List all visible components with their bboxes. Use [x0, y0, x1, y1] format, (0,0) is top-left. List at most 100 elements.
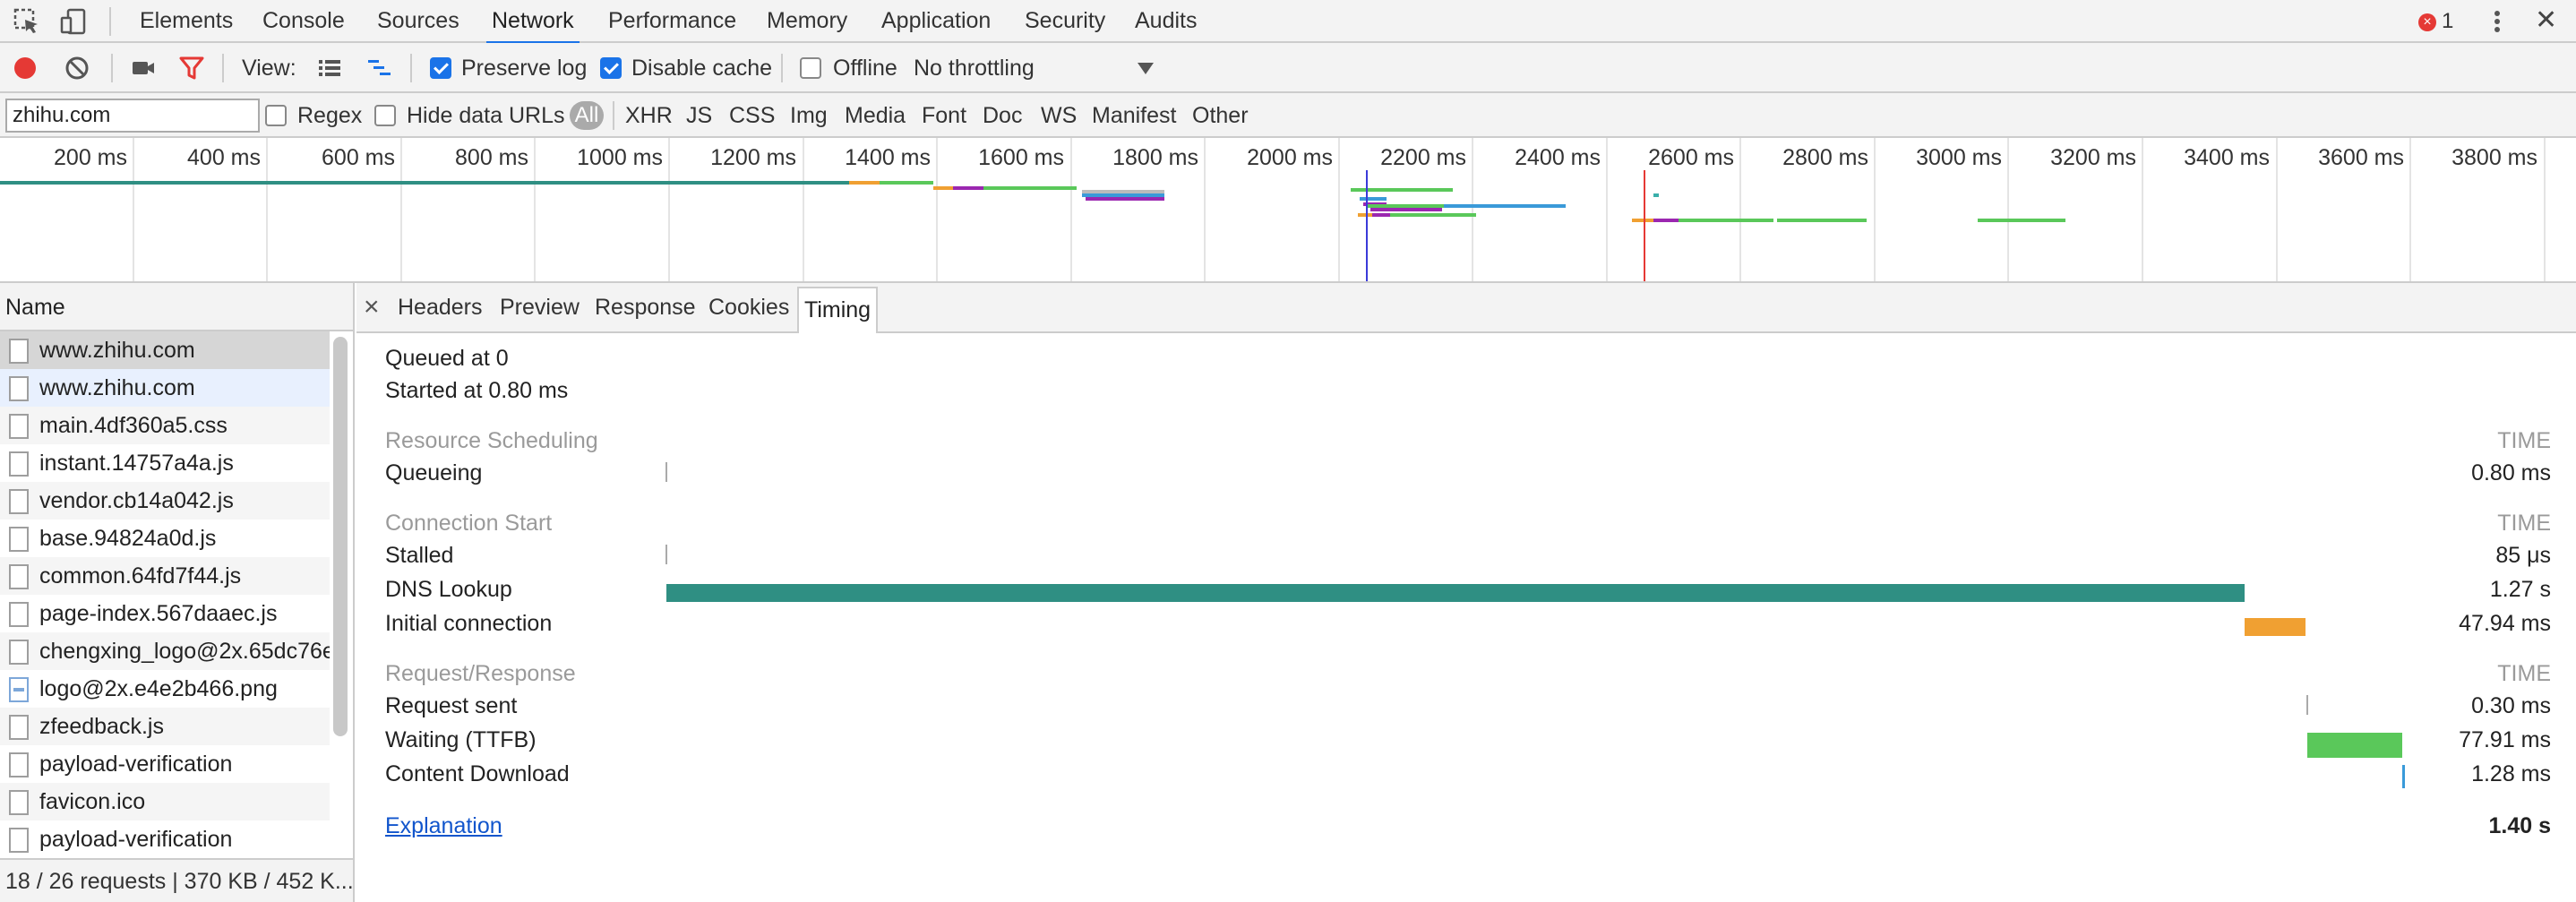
gridline [2409, 138, 2411, 281]
tick-label: 3600 ms [2318, 145, 2404, 170]
gridline [1606, 138, 1608, 281]
timing-label: Request sent [385, 693, 518, 718]
filter-type-img[interactable]: Img [790, 93, 828, 138]
device-toolbar-icon[interactable] [59, 7, 88, 36]
inspect-element-icon[interactable] [13, 7, 41, 36]
explanation-link[interactable]: Explanation [385, 813, 502, 839]
tab-performance[interactable]: Performance [608, 0, 736, 43]
show-overview-icon[interactable] [367, 56, 392, 81]
waiting-ttfb-bar [2307, 733, 2402, 758]
offline-checkbox[interactable] [800, 57, 821, 79]
filter-type-doc[interactable]: Doc [983, 93, 1022, 138]
clear-icon[interactable] [64, 56, 90, 81]
timing-value: 77.91 ms [2459, 727, 2551, 752]
request-row[interactable]: vendor.cb14a042.js [0, 482, 330, 520]
request-row[interactable]: payload-verification [0, 820, 330, 858]
tab-preview[interactable]: Preview [500, 283, 580, 331]
preserve-log-checkbox[interactable] [430, 57, 451, 79]
request-name: logo@2x.e4e2b466.png [39, 676, 278, 701]
request-row[interactable]: www.zhihu.com [0, 331, 330, 369]
disable-cache-checkbox[interactable] [600, 57, 622, 79]
request-row[interactable]: www.zhihu.com [0, 369, 330, 407]
toolbar-separator [222, 54, 224, 82]
filter-type-media[interactable]: Media [845, 93, 906, 138]
filter-type-other[interactable]: Other [1192, 93, 1249, 138]
time-column-header: TIME [2497, 661, 2551, 686]
record-icon[interactable] [13, 56, 38, 81]
gridline [2007, 138, 2009, 281]
close-detail-icon[interactable]: × [364, 283, 380, 331]
tab-console[interactable]: Console [262, 0, 345, 43]
request-row[interactable]: chengxing_logo@2x.65dc76e. [0, 632, 330, 670]
tab-cookies[interactable]: Cookies [708, 283, 789, 331]
view-label: View: [242, 56, 296, 81]
gridline [1874, 138, 1876, 281]
request-row[interactable]: page-index.567daaec.js [0, 595, 330, 632]
regex-label[interactable]: Regex [297, 93, 362, 138]
name-column-header[interactable]: Name [0, 283, 353, 331]
filter-type-xhr[interactable]: XHR [625, 93, 673, 138]
tab-timing[interactable]: Timing [797, 287, 879, 333]
more-options-icon[interactable] [2483, 7, 2512, 36]
load-event-marker [1644, 170, 1645, 281]
network-overview[interactable]: 200 ms 400 ms 600 ms 800 ms 1000 ms 1200… [0, 138, 2576, 283]
tick-label: 3400 ms [2184, 145, 2270, 170]
timing-value: 0.30 ms [2471, 693, 2551, 718]
tab-elements[interactable]: Elements [140, 0, 233, 43]
request-row[interactable]: payload-verification [0, 745, 330, 783]
tab-response[interactable]: Response [595, 283, 696, 331]
request-row[interactable]: base.94824a0d.js [0, 520, 330, 557]
hide-data-urls-label[interactable]: Hide data URLs [407, 93, 564, 138]
large-request-rows-icon[interactable] [317, 56, 342, 81]
started-at: Started at 0.80 ms [385, 378, 569, 403]
tab-headers[interactable]: Headers [398, 283, 483, 331]
screenshot-camera-icon[interactable] [131, 56, 156, 81]
preserve-log-label[interactable]: Preserve log [461, 43, 587, 93]
tab-audits[interactable]: Audits [1135, 0, 1197, 43]
gridline [1338, 138, 1340, 281]
request-row[interactable]: zfeedback.js [0, 708, 330, 745]
dom-content-loaded-marker [1366, 170, 1368, 281]
regex-checkbox[interactable] [265, 105, 287, 126]
tab-security[interactable]: Security [1025, 0, 1105, 43]
tab-sources[interactable]: Sources [377, 0, 459, 43]
request-name: page-index.567daaec.js [39, 601, 278, 626]
gridline [133, 138, 134, 281]
error-count-badge[interactable]: × 1 [2418, 9, 2453, 34]
document-icon [9, 790, 29, 815]
tab-network[interactable]: Network [486, 0, 580, 45]
gridline [668, 138, 670, 281]
request-list-scrollbar[interactable] [333, 337, 348, 736]
request-row[interactable]: favicon.ico [0, 783, 330, 820]
filter-type-all[interactable]: All [570, 101, 604, 130]
filter-type-css[interactable]: CSS [729, 93, 775, 138]
document-icon [9, 414, 29, 439]
hide-data-urls-checkbox[interactable] [374, 105, 396, 126]
filter-input[interactable] [5, 99, 260, 133]
close-devtools-icon[interactable]: ✕ [2535, 0, 2557, 41]
stalled-bar [665, 545, 667, 564]
toolbar-separator [109, 7, 111, 36]
request-row[interactable]: logo@2x.e4e2b466.png [0, 670, 330, 708]
tick-label: 2000 ms [1247, 145, 1333, 170]
filter-type-manifest[interactable]: Manifest [1092, 93, 1176, 138]
timing-value: 85 μs [2495, 543, 2551, 568]
error-icon: × [2418, 13, 2436, 31]
filter-type-ws[interactable]: WS [1041, 93, 1077, 138]
document-icon [9, 339, 29, 364]
gridline [2544, 138, 2546, 281]
initial-connection-bar [2245, 618, 2306, 636]
timing-label: DNS Lookup [385, 577, 512, 602]
filter-type-font[interactable]: Font [922, 93, 966, 138]
request-row[interactable]: common.64fd7f44.js [0, 557, 330, 595]
chevron-down-icon[interactable] [1138, 63, 1154, 74]
request-row[interactable]: main.4df360a5.css [0, 407, 330, 444]
filter-icon[interactable] [179, 56, 204, 81]
filter-type-js[interactable]: JS [686, 93, 712, 138]
tab-memory[interactable]: Memory [767, 0, 847, 43]
offline-label[interactable]: Offline [833, 43, 897, 93]
throttling-select[interactable]: No throttling [914, 43, 1035, 93]
request-row[interactable]: instant.14757a4a.js [0, 444, 330, 482]
disable-cache-label[interactable]: Disable cache [631, 43, 772, 93]
tab-application[interactable]: Application [881, 0, 991, 43]
